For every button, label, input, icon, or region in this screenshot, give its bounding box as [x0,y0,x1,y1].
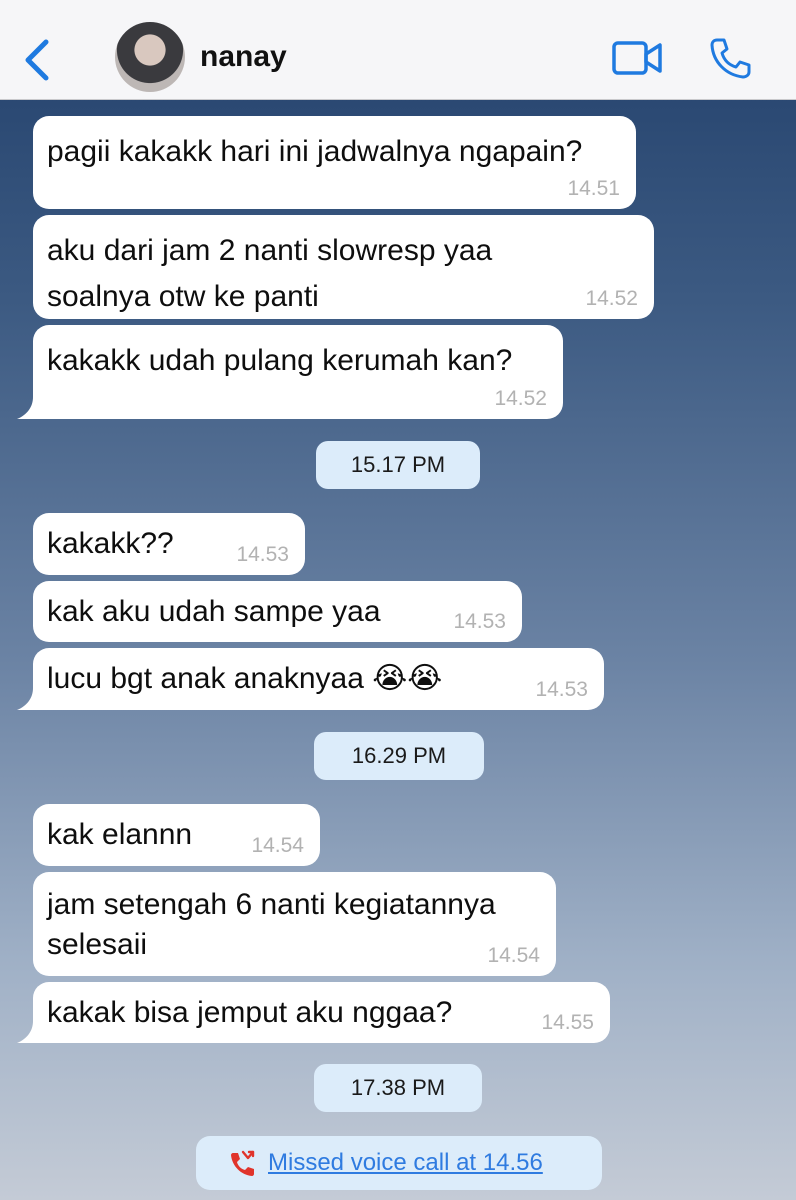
message-bubble[interactable]: kakakk?? 14.53 [33,513,305,575]
message-time: 14.53 [535,678,588,701]
voice-call-button[interactable] [708,36,752,80]
message-bubble[interactable]: jam setengah 6 nanti kegiatannya selesai… [33,872,556,976]
missed-call-link[interactable]: Missed voice call at 14.56 [268,1149,543,1177]
message-text: aku dari jam 2 nanti slowresp yaa soalny… [47,234,493,313]
message-text: lucu bgt anak anaknyaa 😭😭 [47,662,443,695]
date-separator: 17.38 PM [314,1064,482,1112]
message-text: kak aku udah sampe yaa [47,595,381,628]
back-button[interactable] [20,36,60,84]
video-camera-icon [612,41,662,75]
message-bubble[interactable]: kakakk udah pulang kerumah kan? 14.52 [17,325,563,419]
message-bubble[interactable]: pagii kakakk hari ini jadwalnya ngapain?… [33,116,636,209]
message-bubble[interactable]: aku dari jam 2 nanti slowresp yaa soalny… [33,215,654,319]
date-separator: 15.17 PM [316,441,480,489]
message-text: jam setengah 6 nanti kegiatannya selesai… [47,888,496,961]
video-call-button[interactable] [612,40,664,76]
message-time: 14.52 [585,287,638,310]
message-bubble[interactable]: lucu bgt anak anaknyaa 😭😭 14.53 [17,648,604,710]
chat-header: nanay [0,0,796,100]
message-bubble[interactable]: kak elannn 14.54 [33,804,320,866]
message-time: 14.53 [236,543,289,566]
bubble-tail [17,1021,39,1043]
message-time: 14.54 [487,944,540,967]
message-bubble[interactable]: kak aku udah sampe yaa 14.53 [33,581,522,642]
message-text: pagii kakakk hari ini jadwalnya ngapain? [47,135,583,168]
message-time: 14.55 [541,1011,594,1034]
chevron-left-icon [25,39,49,81]
message-time: 14.51 [567,177,620,200]
message-time: 14.54 [251,834,304,857]
missed-call-notice[interactable]: Missed voice call at 14.56 [196,1136,602,1190]
message-text: kakakk udah pulang kerumah kan? [47,344,513,377]
avatar[interactable] [115,22,185,92]
message-text: kakak bisa jemput aku nggaa? [47,996,453,1029]
date-separator: 16.29 PM [314,732,484,780]
missed-call-icon [231,1150,255,1176]
message-time: 14.52 [494,387,547,410]
message-bubble[interactable]: kakak bisa jemput aku nggaa? 14.55 [17,982,610,1043]
contact-name[interactable]: nanay [200,40,287,74]
bubble-tail [17,688,39,710]
message-time: 14.53 [453,610,506,633]
phone-icon [710,38,751,79]
bubble-tail [17,397,39,419]
